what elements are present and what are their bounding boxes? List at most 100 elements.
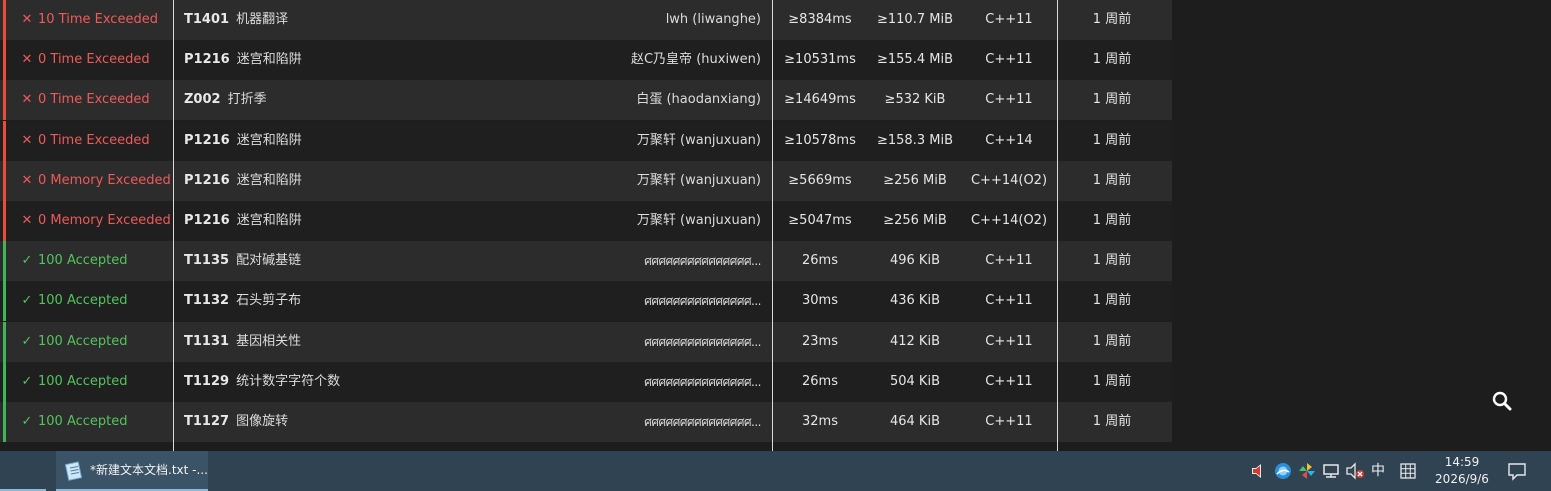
submission-row[interactable]: ✕ 0 Memory Exceeded P1216 迷宫和陷阱 万聚轩 (wanjuxu… <box>0 201 1172 241</box>
search-button[interactable] <box>1489 388 1515 414</box>
language-value[interactable]: C++14(O2) <box>962 161 1056 201</box>
status-link[interactable]: ✕ 0 Memory Exceeded <box>20 201 170 241</box>
system-clock[interactable]: 14:59 2026/9/6 <box>1430 454 1494 488</box>
problem-link[interactable]: T1127 图像旋转 <box>184 402 484 442</box>
status-link[interactable]: ✕ 0 Time Exceeded <box>20 40 170 80</box>
user-link[interactable]: ศศศศศศศศศศศศศศศ... <box>560 322 761 362</box>
problem-link[interactable]: P1216 迷宫和陷阱 <box>184 121 484 161</box>
user-link[interactable]: ศศศศศศศศศศศศศศศ... <box>560 281 761 321</box>
status-stripe <box>3 80 6 121</box>
user-link[interactable]: 万聚轩 (wanjuxuan) <box>560 121 761 161</box>
status-link[interactable]: ✕ 10 Time Exceeded <box>20 0 170 40</box>
status-text: 100 Accepted <box>38 293 128 309</box>
language-value[interactable]: C++11 <box>962 362 1056 402</box>
problem-link[interactable]: P1216 迷宫和陷阱 <box>184 161 484 201</box>
status-link[interactable]: ✕ 0 Time Exceeded <box>20 80 170 120</box>
problem-link[interactable]: Z002 打折季 <box>184 80 484 120</box>
status-link[interactable]: ✕ 0 Time Exceeded <box>20 121 170 161</box>
speaker-icon[interactable] <box>1249 461 1269 481</box>
status-link[interactable]: ✓ 100 Accepted <box>20 241 170 281</box>
status-link[interactable]: ✓ 100 Accepted <box>20 281 170 321</box>
cross-icon: ✕ <box>21 12 33 27</box>
submission-row[interactable]: ✕ 10 Time Exceeded T1401 机器翻译 lwh (liwanghe)… <box>0 0 1172 40</box>
problem-link[interactable]: T1129 统计数字字符个数 <box>184 362 484 402</box>
user-link[interactable]: 赵C乃皇帝 (huxiwen) <box>560 40 761 80</box>
ime-indicator[interactable]: 中 <box>1368 451 1388 491</box>
submission-row[interactable]: ✕ 0 Time Exceeded P1216 迷宫和陷阱 赵C乃皇帝 (huxiwen… <box>0 40 1172 81</box>
language-value[interactable]: C++11 <box>962 40 1056 80</box>
problem-id: T1401 <box>184 12 230 27</box>
problem-title: 迷宫和陷阱 <box>236 213 302 228</box>
problem-link[interactable]: P1216 迷宫和陷阱 <box>184 201 484 241</box>
network-icon[interactable] <box>1321 461 1341 481</box>
submission-row[interactable]: ✕ 0 Time Exceeded Z002 打折季 白蛋 (haodanxiang) ≥… <box>0 80 1172 121</box>
time-value: ≥5047ms <box>788 213 852 228</box>
status-text: 10 Time Exceeded <box>38 12 158 27</box>
notification-icon[interactable] <box>1506 461 1528 481</box>
taskbar: *新建文本文档.txt -... 中 14:59 2026/9/6 <box>0 451 1551 491</box>
memory-value: 496 KiB <box>889 253 940 269</box>
user-link[interactable]: 万聚轩 (wanjuxuan) <box>560 161 761 201</box>
browser-icon[interactable] <box>1273 461 1293 481</box>
problem-title: 图像旋转 <box>236 414 289 429</box>
status-stripe <box>3 201 6 241</box>
submission-row[interactable]: ✕ 0 Memory Exceeded P1216 迷宫和陷阱 万聚轩 (wanjuxu… <box>0 160 1172 201</box>
input-grid-icon[interactable] <box>1398 461 1418 481</box>
submit-time: 1 周前 <box>1092 333 1132 349</box>
status-link[interactable]: ✓ 100 Accepted <box>20 362 170 402</box>
time-value: 26ms <box>802 373 838 389</box>
user-link[interactable]: 万聚轩 (wanjuxuan) <box>560 201 761 241</box>
pinwheel-icon[interactable] <box>1297 461 1317 481</box>
submission-row[interactable]: ✓ 100 Accepted T1135 配对碱基链 ศศศศศศศศศศศศศศศ..… <box>0 241 1172 282</box>
status-link[interactable]: ✓ 100 Accepted <box>20 322 170 362</box>
search-icon <box>1492 391 1512 411</box>
status-text: 100 Accepted <box>38 373 128 389</box>
submission-row[interactable]: ✓ 100 Accepted T1127 图像旋转 ศศศศศศศศศศศศศศศ...… <box>0 402 1172 442</box>
problem-title: 迷宫和陷阱 <box>236 172 302 188</box>
language-value[interactable]: C++11 <box>962 402 1056 442</box>
problem-id: T1127 <box>184 414 230 429</box>
time-value: ≥8384ms <box>788 12 852 27</box>
user-link[interactable]: ศศศศศศศศศศศศศศศ... <box>560 241 761 281</box>
language-value[interactable]: C++14 <box>962 121 1056 161</box>
status-link[interactable]: ✓ 100 Accepted <box>20 402 170 442</box>
check-icon: ✓ <box>21 373 33 389</box>
problem-link[interactable]: P1216 迷宫和陷阱 <box>184 40 484 80</box>
problem-id: T1131 <box>184 333 230 349</box>
submit-time: 1 周前 <box>1092 373 1132 389</box>
taskbar-item-notepad[interactable]: *新建文本文档.txt -... <box>56 451 208 491</box>
user-link[interactable]: lwh (liwanghe) <box>560 0 761 40</box>
submission-table: ✕ 10 Time Exceeded T1401 机器翻译 lwh (liwanghe)… <box>0 0 1172 451</box>
problem-link[interactable]: T1135 配对碱基链 <box>184 241 484 281</box>
problem-link[interactable]: T1132 石头剪子布 <box>184 281 484 321</box>
submission-row[interactable]: ✓ 100 Accepted T1131 基因相关性 ศศศศศศศศศศศศศศศ..… <box>0 321 1172 362</box>
submission-row[interactable]: ✓ 100 Accepted T1129 统计数字字符个数 ศศศศศศศศศศศศศศ… <box>0 361 1172 402</box>
language-value[interactable]: C++11 <box>962 80 1056 120</box>
submission-row[interactable]: ✕ 0 Time Exceeded P1216 迷宫和陷阱 万聚轩 (wanjuxuan… <box>0 120 1172 161</box>
user-link[interactable]: 白蛋 (haodanxiang) <box>560 80 761 120</box>
user-link[interactable]: ศศศศศศศศศศศศศศศ... <box>560 362 761 402</box>
clock-date: 2026/9/6 <box>1435 472 1489 486</box>
language-value[interactable]: C++11 <box>962 0 1056 40</box>
language-value[interactable]: C++11 <box>962 322 1056 362</box>
status-stripe <box>3 361 6 402</box>
submit-time: 1 周前 <box>1092 132 1132 148</box>
language-value[interactable]: C++14(O2) <box>962 201 1056 241</box>
submission-row[interactable]: ✓ 100 Accepted T1132 石头剪子布 ศศศศศศศศศศศศศศศ..… <box>0 281 1172 322</box>
memory-value: 504 KiB <box>889 373 940 389</box>
language-value[interactable]: C++11 <box>962 241 1056 281</box>
status-stripe <box>3 321 6 362</box>
time-value: ≥10578ms <box>784 132 856 148</box>
time-value: ≥10531ms <box>784 52 856 68</box>
problem-link[interactable]: T1131 基因相关性 <box>184 322 484 362</box>
muted-volume-icon[interactable] <box>1345 461 1365 481</box>
user-link[interactable]: ศศศศศศศศศศศศศศศ... <box>560 402 761 442</box>
submit-time: 1 周前 <box>1092 293 1132 309</box>
problem-id: T1129 <box>184 373 230 389</box>
memory-value: ≥256 MiB <box>883 213 947 228</box>
problem-link[interactable]: T1401 机器翻译 <box>184 0 484 40</box>
status-link[interactable]: ✕ 0 Memory Exceeded <box>20 161 170 201</box>
time-value: 23ms <box>802 333 838 349</box>
language-value[interactable]: C++11 <box>962 281 1056 321</box>
problem-id: T1132 <box>184 293 230 309</box>
